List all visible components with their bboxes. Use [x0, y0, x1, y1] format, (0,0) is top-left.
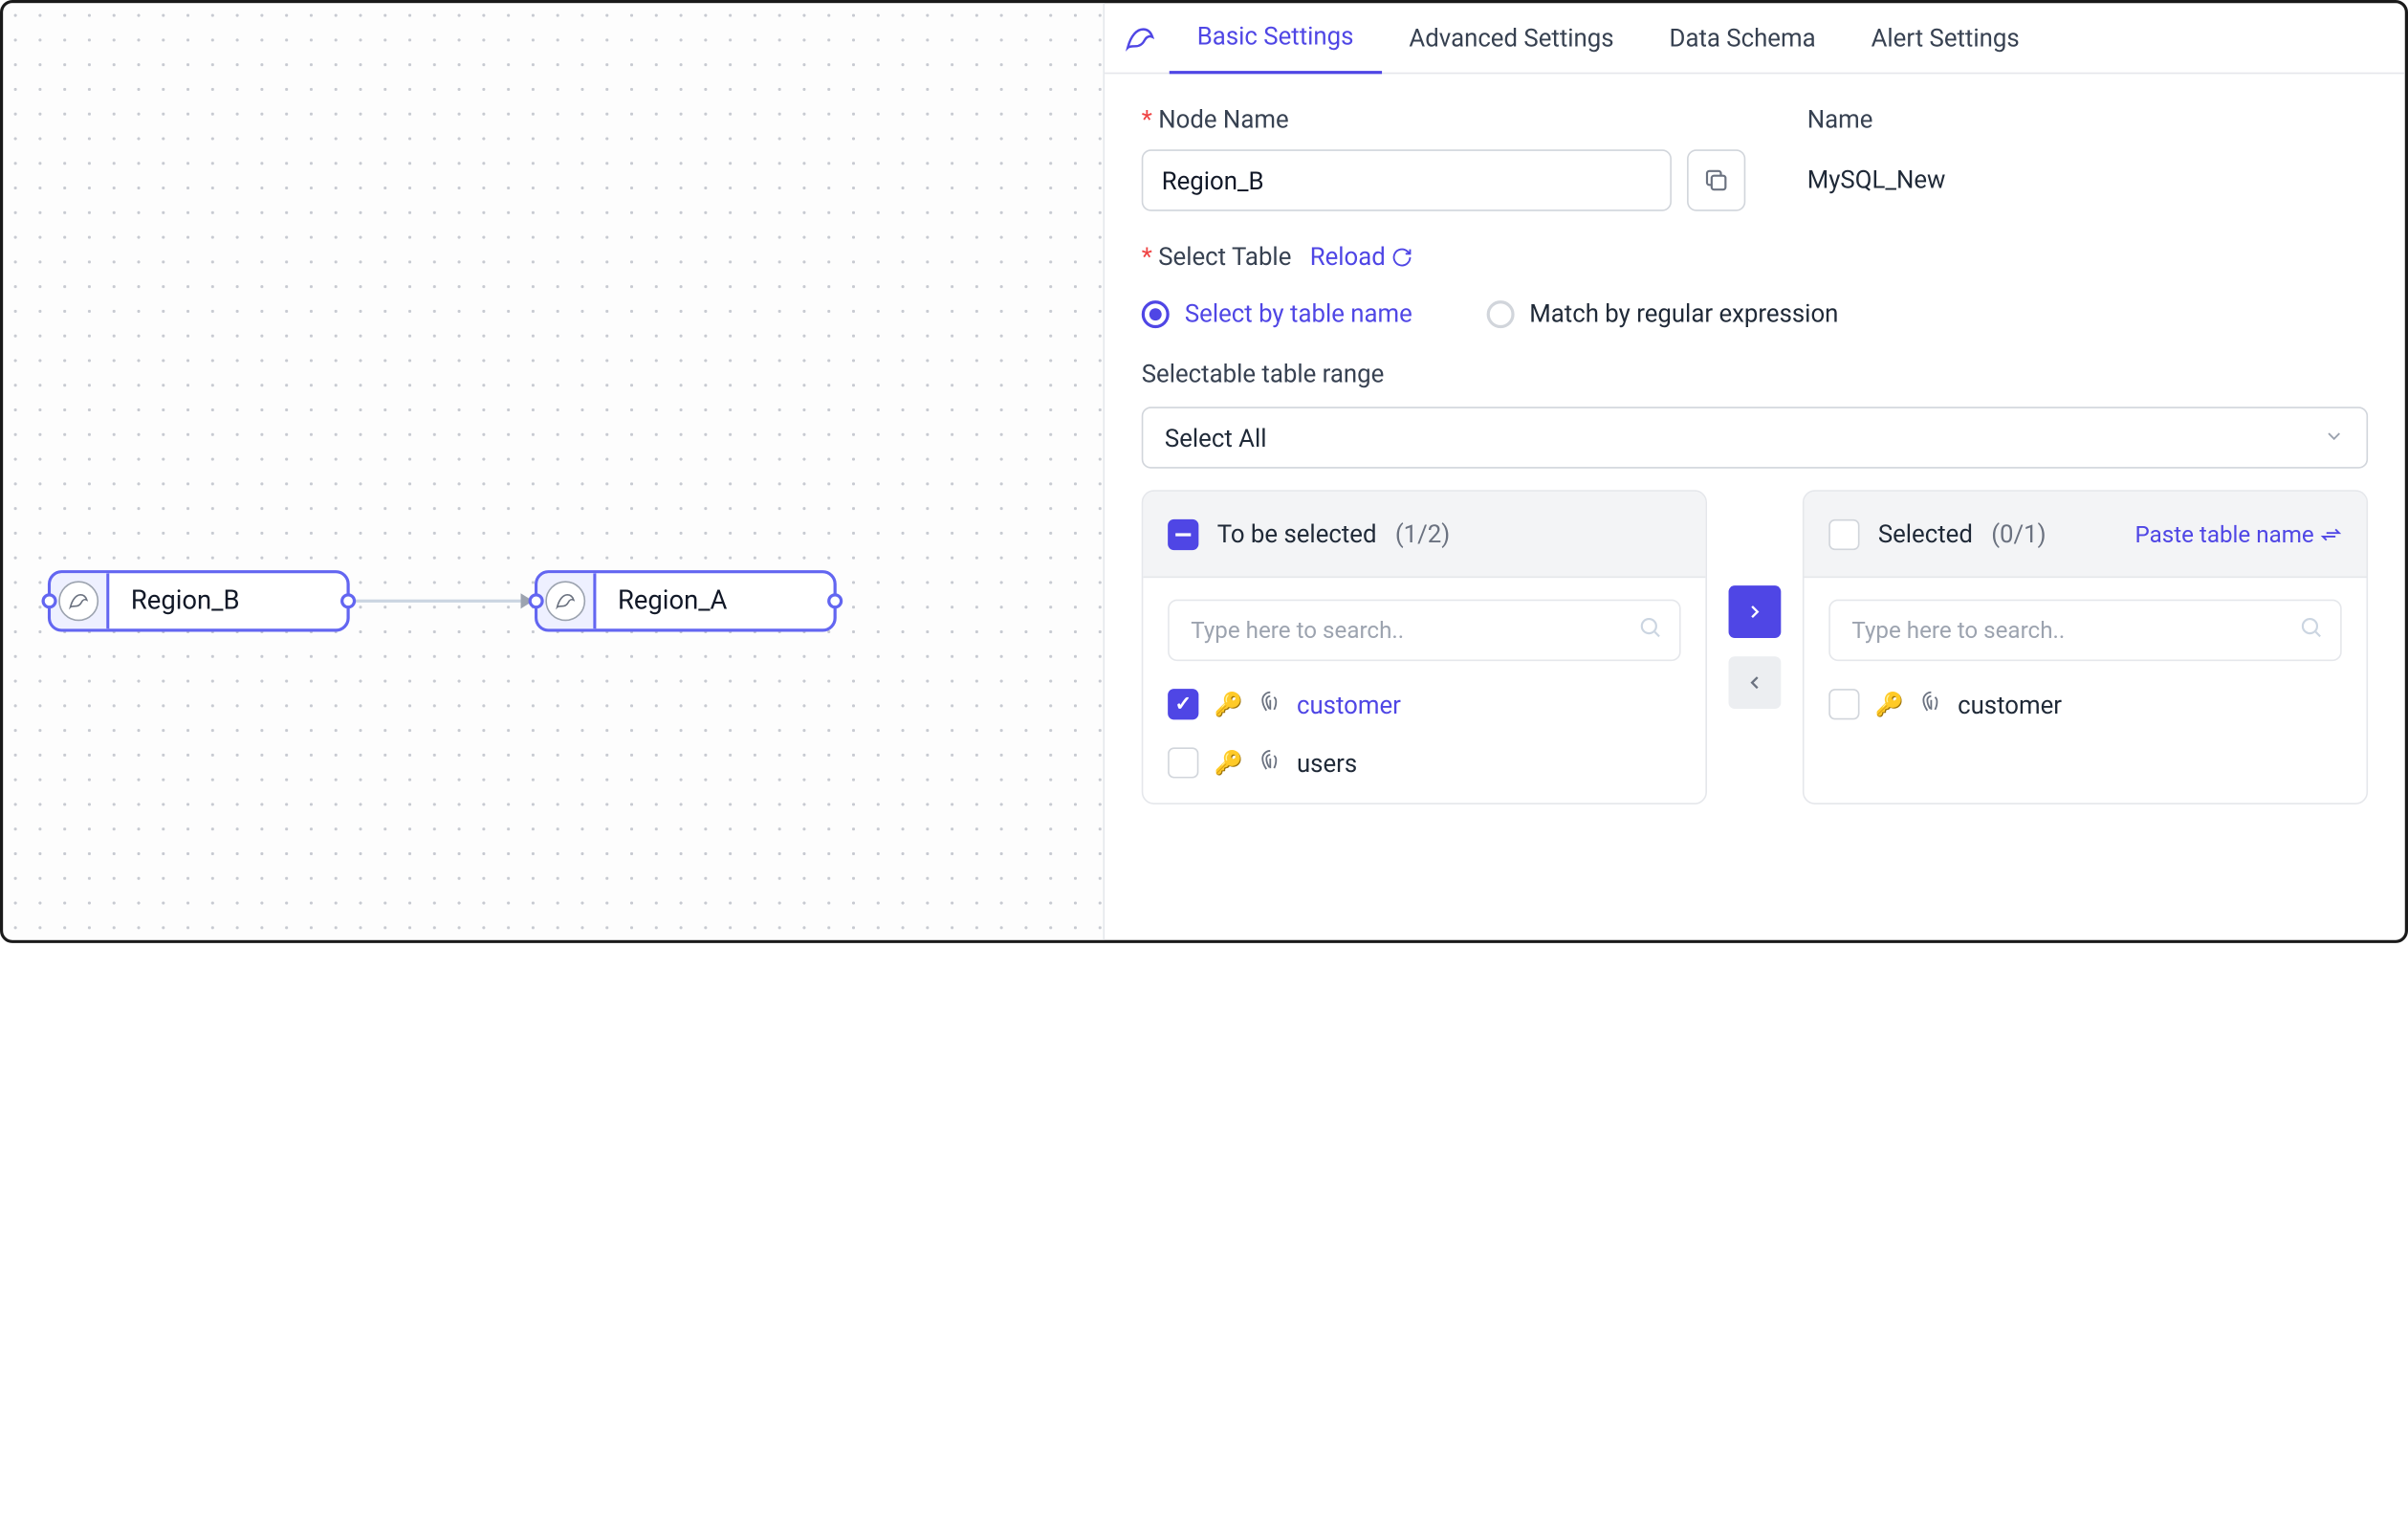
chevron-down-icon: [2323, 423, 2345, 452]
node-region-b[interactable]: Region_B: [48, 570, 350, 631]
reload-icon: [1391, 246, 1413, 268]
settings-panel: Basic Settings Advanced Settings Data Sc…: [1105, 3, 2405, 939]
table-item-customer-selected[interactable]: 🔑 customer: [1828, 689, 2341, 719]
node-name-input[interactable]: [1142, 149, 1672, 210]
radio-circle-icon: [1142, 299, 1170, 327]
copy-icon: [1702, 166, 1730, 194]
fingerprint-icon: [1919, 690, 1942, 719]
swap-icon: [2320, 523, 2342, 545]
node-label: Region_A: [596, 585, 749, 616]
flow-canvas[interactable]: Region_B Region_A: [3, 3, 1105, 939]
form-body: Node Name Name MySQL_New Select Table: [1105, 74, 2405, 835]
radio-select-by-name[interactable]: Select by table name: [1142, 299, 1412, 329]
port-right[interactable]: [340, 593, 356, 608]
radio-circle-icon: [1486, 299, 1514, 327]
port-left[interactable]: [529, 593, 544, 608]
move-right-button[interactable]: [1729, 585, 1782, 638]
key-icon: 🔑: [1214, 749, 1242, 777]
table-item-customer[interactable]: 🔑 customer: [1168, 689, 1680, 719]
node-region-a[interactable]: Region_A: [535, 570, 837, 631]
node-label: Region_B: [109, 585, 261, 616]
mysql-dolphin-icon: [545, 581, 585, 621]
paste-table-name-link[interactable]: Paste table name: [2134, 520, 2341, 548]
copy-node-name-button[interactable]: [1687, 149, 1745, 210]
tab-alert-settings[interactable]: Alert Settings: [1844, 2, 2047, 73]
transfer-right-panel: Selected (0/1) Paste table name: [1803, 490, 2368, 804]
radio-match-by-regex[interactable]: Match by regular expression: [1486, 299, 1838, 329]
edge-region-b-to-a: [350, 600, 532, 603]
search-icon: [1637, 615, 1662, 646]
item-checkbox[interactable]: [1168, 747, 1198, 778]
tab-data-schema[interactable]: Data Schema: [1642, 2, 1844, 73]
item-checkbox[interactable]: [1168, 689, 1198, 719]
fingerprint-icon: [1259, 690, 1281, 719]
reload-link[interactable]: Reload: [1310, 242, 1413, 272]
name-label: Name: [1807, 105, 1946, 135]
mysql-dolphin-icon: [58, 581, 99, 621]
tab-bar: Basic Settings Advanced Settings Data Sc…: [1105, 3, 2405, 74]
node-icon: [537, 573, 596, 628]
selectable-range-select[interactable]: Select All: [1142, 407, 2368, 468]
port-left[interactable]: [41, 593, 56, 608]
key-icon: 🔑: [1875, 691, 1904, 718]
selectable-range-label: Selectable table range: [1142, 359, 2368, 388]
node-name-label: Node Name: [1142, 105, 1746, 135]
mysql-dolphin-icon: [1114, 19, 1167, 56]
item-checkbox[interactable]: [1828, 689, 1859, 719]
transfer-left-panel: To be selected (1/2): [1142, 490, 1707, 804]
node-icon: [51, 573, 109, 628]
table-item-users[interactable]: 🔑 users: [1168, 747, 1680, 778]
table-transfer: To be selected (1/2): [1142, 490, 2368, 804]
left-search-input[interactable]: [1168, 600, 1680, 661]
tab-basic-settings[interactable]: Basic Settings: [1170, 2, 1382, 73]
select-all-checkbox[interactable]: [1828, 518, 1859, 549]
tab-advanced-settings[interactable]: Advanced Settings: [1381, 2, 1641, 73]
chevron-right-icon: [1744, 601, 1766, 623]
selected-title: Selected: [1878, 519, 1973, 549]
name-value: MySQL_New: [1807, 149, 1946, 194]
fingerprint-icon: [1259, 748, 1281, 778]
move-left-button[interactable]: [1729, 656, 1782, 709]
selected-count: (0/1): [1991, 519, 2046, 549]
right-search-input[interactable]: [1828, 600, 2341, 661]
key-icon: 🔑: [1214, 691, 1242, 718]
chevron-left-icon: [1744, 671, 1766, 693]
search-icon: [2299, 615, 2324, 646]
select-all-checkbox[interactable]: [1168, 518, 1198, 549]
port-right[interactable]: [827, 593, 843, 608]
to-be-selected-count: (1/2): [1395, 519, 1450, 549]
transfer-buttons: [1729, 490, 1782, 804]
app-root: Region_B Region_A Basic Settings Advance…: [0, 0, 2408, 943]
to-be-selected-title: To be selected: [1217, 519, 1377, 549]
select-table-label: Select Table: [1142, 242, 1292, 272]
